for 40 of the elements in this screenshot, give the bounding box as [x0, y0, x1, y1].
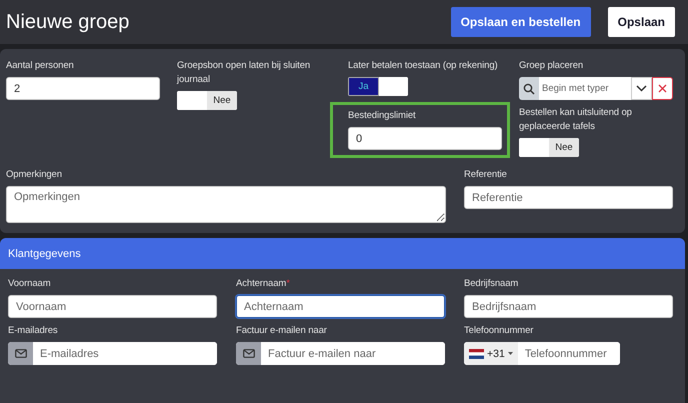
field-label: Bestedingslimiet	[348, 109, 416, 123]
save-button[interactable]: Opslaan	[608, 7, 675, 37]
field-label: Later betalen toestaan (op rekening)	[348, 59, 498, 73]
country-code-select[interactable]: +31	[464, 342, 518, 365]
field-label: Opmerkingen	[6, 168, 62, 182]
flag-icon	[469, 348, 484, 358]
field-label: Aantal personen	[6, 59, 74, 73]
envelope-icon	[8, 342, 33, 365]
field-label: Factuur e-mailen naar	[236, 325, 327, 336]
input-field[interactable]: 2	[6, 77, 160, 100]
clear-button[interactable]	[652, 77, 673, 100]
field-label: Voornaam	[8, 278, 51, 289]
field-label: Referentie	[464, 168, 507, 182]
toggle-switch[interactable]: Ja	[348, 77, 408, 96]
input-field[interactable]: 0	[348, 127, 502, 150]
section-title: Klantgegevens	[8, 248, 81, 260]
dropdown-button[interactable]	[631, 77, 652, 100]
field-label: Bedrijfsnaam	[464, 278, 518, 289]
caret-icon	[508, 352, 513, 355]
chevron-icon	[636, 85, 647, 92]
field-label: Groepsbon open laten bij sluiten journaal	[177, 59, 312, 87]
field-label: Telefoonnummer	[464, 325, 534, 336]
save-and-order-button[interactable]: Opslaan en bestellen	[450, 7, 591, 37]
input-field[interactable]: Achternaam	[236, 295, 445, 318]
page-title: Nieuwe groep	[6, 10, 130, 34]
field-label: Groep placeren	[519, 59, 584, 73]
field-label: Achternaam	[236, 278, 286, 289]
toggle-switch[interactable]: Nee	[519, 138, 579, 157]
envelope-icon	[236, 342, 261, 365]
toggle-switch[interactable]: Nee	[177, 91, 237, 110]
phone-field[interactable]: +31 Telefoonnummer	[464, 342, 620, 365]
required-mark: *	[286, 278, 290, 289]
textarea-field[interactable]: Opmerkingen	[6, 186, 446, 223]
field-label: Bestellen kan uitsluitend op geplaceerde tafels	[519, 106, 633, 134]
search-field[interactable]: Begin met typer	[539, 77, 631, 100]
field-label: E-mailadres	[8, 325, 58, 336]
email-field[interactable]: E-mailadres	[8, 342, 217, 365]
email-field[interactable]: Factuur e-mailen naar	[236, 342, 445, 365]
search-icon	[519, 77, 539, 100]
close-icon	[658, 84, 667, 93]
